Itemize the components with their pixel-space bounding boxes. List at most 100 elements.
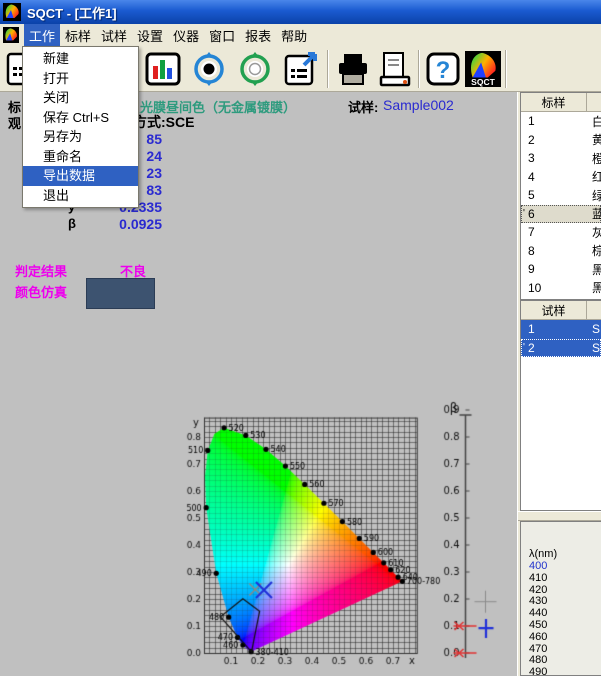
menu-item[interactable]: 标样 [60,24,96,46]
toolbar-separator [418,50,420,88]
standard-row-name: 黄 [592,131,601,148]
observe-row-clipped-label: 观 [8,113,21,132]
panel-splitter[interactable] [518,511,601,521]
sample-row-name: S [592,341,600,355]
dropdown-menu-item[interactable]: 另存为 [23,127,138,147]
sample-list-section: 试样 1 S ' 2 S [520,300,601,511]
dropdown-menu-item[interactable]: 新建 [23,49,138,69]
chart-view-button[interactable] [142,50,184,88]
standard-row[interactable]: ' 6 蓝 [521,205,601,224]
right-panel: 标样 1 白 2 黄 [517,92,601,676]
svg-text:SQCT: SQCT [471,77,495,87]
standard-rows: 1 白 2 黄 3 橙 [521,112,601,300]
wavelength-value: 410 [529,573,547,585]
standard-row-number: 1 [528,114,587,128]
wavelength-header: λ(nm) [529,548,557,560]
dropdown-menu-item[interactable]: 重命名 [23,147,138,167]
standard-row-number: 4 [528,170,587,184]
standard-row-number: 3 [528,151,587,165]
sample-row-name: S [592,322,600,336]
standard-row-name: 绿 [592,187,601,204]
window-title: SQCT - [工作1] [27,3,117,22]
standard-row-name: 黑 [592,279,601,296]
standard-row-number: 10 [528,281,587,295]
standard-column-header[interactable]: 标样 [521,93,587,111]
standard-row[interactable]: 3 橙 [521,149,601,168]
dropdown-menu-item[interactable]: 打开 [23,69,138,89]
standard-row[interactable]: 1 白 [521,112,601,131]
wavelength-value: 490 [529,667,547,676]
standard-row[interactable]: 10 黑 [521,279,601,298]
standard-row-number: 5 [528,188,587,202]
standard-row-name: 灰 [592,224,601,241]
sample-target-icon [236,51,274,87]
current-row-marker: ' [521,208,528,219]
color-simulation-label: 颜色仿真 [15,282,67,301]
standard-row-name: 橙 [592,150,601,167]
print-button[interactable] [332,50,374,88]
child-window-icon[interactable] [3,27,19,43]
standard-row[interactable]: 8 棕 [521,242,601,261]
wavelength-section: λ(nm) 400410420430440450460470480490 [520,521,601,676]
bar-chart-icon [144,51,182,87]
judge-result-label: 判定结果 [15,261,67,280]
toolbar-separator [505,50,507,88]
dropdown-menu-item[interactable]: 关闭 [23,88,138,108]
current-row-marker: ' [521,342,528,353]
print-preview-icon [376,51,414,87]
standard-measure-button[interactable] [188,50,230,88]
help-icon: ? [424,51,462,87]
print-icon [334,51,372,87]
about-sqct-button[interactable]: SQCT [462,50,504,88]
standard-row[interactable]: 9 黑 [521,260,601,279]
sample-rows: 1 S ' 2 S [521,320,601,357]
menu-item[interactable]: 仪器 [168,24,204,46]
sqct-logo-icon: SQCT [464,51,502,87]
standard-row[interactable]: 7 灰 [521,223,601,242]
color-simulation-swatch [86,278,155,309]
sample-measure-button[interactable] [234,50,276,88]
app-logo-icon [3,3,21,21]
sample-list-header: 试样 [521,301,601,320]
menu-item[interactable]: 试样 [96,24,132,46]
dropdown-menu-item[interactable]: 退出 [23,186,138,206]
menu-item[interactable]: 帮助 [276,24,312,46]
menu-item[interactable]: 窗口 [204,24,240,46]
menu-item[interactable]: 工作 [24,24,60,46]
title-bar[interactable]: SQCT - [工作1] [0,0,601,24]
standard-row[interactable]: 5 绿 [521,186,601,205]
report-export-icon [282,51,320,87]
standard-list-section: 标样 1 白 2 黄 [520,92,601,300]
sample-row-number: 2 [528,341,587,355]
standard-row-name: 蓝 [592,205,601,222]
report-export-button[interactable] [280,50,322,88]
work-menu-dropdown: 新建打开关闭保存 Ctrl+S另存为重命名导出数据退出 [22,46,139,208]
wavelength-values: 400410420430440450460470480490 [529,561,547,676]
dropdown-menu-item[interactable]: 保存 Ctrl+S [23,108,138,128]
help-button[interactable]: ? [422,50,464,88]
sample-label: 试样: [348,97,378,116]
svg-text:?: ? [436,57,451,84]
standard-row-name: 红 [592,168,601,185]
standard-list-header: 标样 [521,93,601,112]
standard-row-number: 8 [528,244,587,258]
print-preview-button[interactable] [374,50,416,88]
standard-row-name: 白 [592,113,601,130]
measure-mode: 方式:SCE [133,112,194,132]
wavelength-value: 460 [529,632,547,644]
dropdown-menu-item[interactable]: 导出数据 [23,166,138,186]
standard-row-name: 黑 [592,261,601,278]
standard-row-name: 棕 [592,242,601,259]
menu-item[interactable]: 设置 [132,24,168,46]
sample-column-header[interactable]: 试样 [521,301,587,319]
sample-row-number: 1 [528,322,587,336]
standard-row[interactable]: 4 红 [521,168,601,187]
sample-name-value: Sample002 [383,97,454,113]
sample-row[interactable]: ' 2 S [521,339,601,358]
standard-row-number: 9 [528,262,587,276]
menu-items: 工作标样试样设置仪器窗口报表帮助 [24,24,312,46]
sample-row[interactable]: 1 S [521,320,601,339]
standard-row[interactable]: 2 黄 [521,131,601,150]
standard-row-number: 6 [528,207,587,221]
menu-item[interactable]: 报表 [240,24,276,46]
